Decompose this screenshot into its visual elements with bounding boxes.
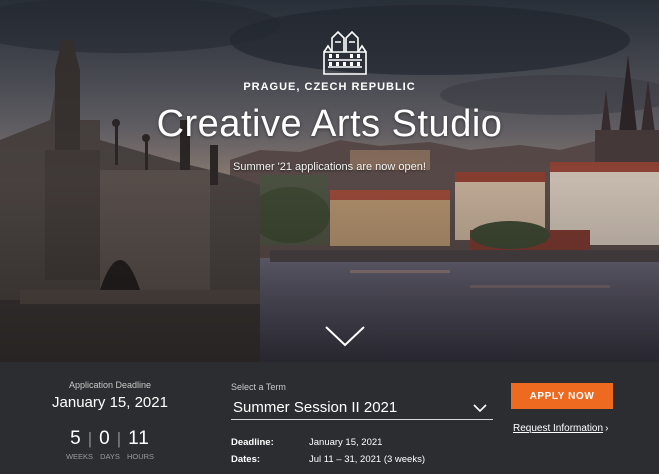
request-information-label: Request Information <box>513 423 604 434</box>
term-dropdown[interactable]: Summer Session II 2021 <box>231 396 493 420</box>
countdown-labels: WEEKS DAYS HOURS <box>40 452 180 461</box>
countdown-days-label: DAYS <box>100 452 120 461</box>
chevron-down-icon[interactable] <box>324 324 366 348</box>
term-selected-value: Summer Session II 2021 <box>233 399 398 416</box>
chevron-right-icon: › <box>605 423 609 434</box>
term-dates-row: Dates: Jul 11 – 31, 2021 (3 weeks) <box>231 451 425 468</box>
request-information-link[interactable]: Request Information › <box>513 423 608 434</box>
term-deadline-row: Deadline: January 15, 2021 <box>231 434 425 451</box>
hero-subtitle: Summer '21 applications are now open! <box>233 161 426 173</box>
deadline-label: Application Deadline <box>68 380 152 390</box>
term-deadline-key: Deadline: <box>231 437 274 448</box>
page: PRAGUE, CZECH REPUBLIC Creative Arts Stu… <box>0 0 659 474</box>
hero-banner: PRAGUE, CZECH REPUBLIC Creative Arts Stu… <box>0 0 659 362</box>
term-dates-key: Dates: <box>231 454 261 465</box>
term-deadline-value: January 15, 2021 <box>309 437 383 448</box>
countdown-separator: | <box>87 429 94 448</box>
deadline-date: January 15, 2021 <box>52 394 168 411</box>
countdown-hours-label: HOURS <box>126 452 155 461</box>
application-bar: Application Deadline January 15, 2021 5 |… <box>0 362 659 474</box>
castle-logo-icon <box>323 30 367 75</box>
countdown-separator: | <box>116 429 123 448</box>
countdown-timer: 5 | 0 | 11 WEEKS DAYS HOURS <box>40 428 180 461</box>
chevron-down-icon <box>473 403 487 412</box>
apply-now-button[interactable]: APPLY NOW <box>511 383 613 409</box>
term-select-label: Select a Term <box>231 382 286 392</box>
term-details: Deadline: January 15, 2021 Dates: Jul 11… <box>231 434 425 468</box>
countdown-days: 0 <box>99 428 111 449</box>
countdown-weeks: 5 <box>70 428 82 449</box>
term-selector: Select a Term Summer Session II 2021 <box>231 382 493 420</box>
countdown-weeks-label: WEEKS <box>65 452 94 461</box>
page-title: Creative Arts Studio <box>156 103 503 145</box>
countdown-values: 5 | 0 | 11 <box>40 428 180 450</box>
countdown-hours: 11 <box>128 428 150 449</box>
location-label: PRAGUE, CZECH REPUBLIC <box>243 81 416 93</box>
application-deadline: Application Deadline January 15, 2021 <box>40 380 180 411</box>
term-dates-value: Jul 11 – 31, 2021 (3 weeks) <box>309 454 426 465</box>
